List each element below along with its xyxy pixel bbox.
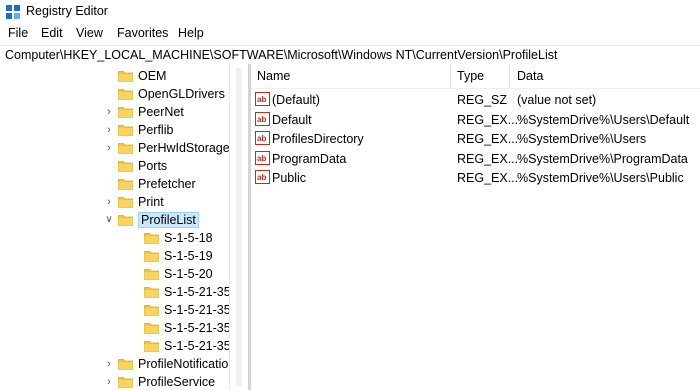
tree-item-label: S-1-5-21-356 — [164, 285, 238, 299]
window-title: Registry Editor — [26, 4, 108, 18]
value-row[interactable]: ab Public REG_EX... %SystemDrive%\Users\Pub… — [251, 168, 700, 187]
chevron-down-icon[interactable]: ∨ — [104, 214, 114, 226]
column-type[interactable]: Type — [457, 69, 484, 83]
value-row[interactable]: ab (Default) REG_SZ (value not set) — [251, 90, 700, 109]
folder-icon — [144, 250, 159, 262]
chevron-right-icon[interactable]: › — [104, 358, 114, 370]
chevron-right-icon[interactable]: › — [104, 376, 114, 388]
folder-icon — [144, 268, 159, 280]
menu-help[interactable]: Help — [176, 26, 206, 40]
string-value-icon: ab — [255, 111, 270, 126]
tree-item-label: Print — [138, 195, 164, 209]
string-value-icon: ab — [255, 170, 270, 184]
values-list[interactable]: Name Type Data ab (Default) REG_SZ (value n… — [251, 64, 700, 390]
folder-icon — [144, 340, 159, 352]
string-value-icon: ab — [255, 131, 270, 145]
value-type: REG_SZ — [457, 93, 508, 107]
svg-text:ab: ab — [257, 154, 266, 163]
menu-file[interactable]: File — [6, 26, 30, 40]
menu-favorites[interactable]: Favorites — [115, 26, 170, 40]
tree-item-label: S-1-5-21-356 — [164, 339, 238, 353]
value-data: %SystemDrive%\Users — [517, 132, 647, 146]
tree-item-label: S-1-5-21-356 — [164, 321, 238, 335]
folder-icon — [118, 214, 133, 226]
address-path[interactable]: Computer\HKEY_LOCAL_MACHINE\SOFTWARE\Mic… — [5, 48, 557, 62]
column-divider[interactable] — [509, 64, 510, 88]
registry-editor-icon — [6, 5, 20, 19]
chevron-right-icon[interactable]: › — [104, 124, 114, 136]
tree-item-label: ProfileNotificatio — [138, 357, 229, 371]
value-row[interactable]: ab ProgramData REG_EX... %SystemDrive%\Prog… — [251, 149, 700, 168]
key-tree[interactable]: OEM OpenGLDrivers › PeerNet › Perflib › PerHwId… — [0, 64, 248, 390]
value-data: %SystemDrive%\ProgramData — [517, 151, 688, 166]
folder-icon — [118, 178, 133, 190]
tree-item-label: Prefetcher — [138, 177, 196, 191]
title-bar: Registry Editor — [0, 0, 700, 24]
list-header: Name Type Data — [251, 64, 700, 89]
tree-item-label: Perflib — [138, 123, 174, 137]
chevron-right-icon[interactable]: › — [104, 196, 114, 208]
folder-icon — [144, 322, 159, 334]
value-name: ProgramData — [272, 151, 347, 166]
value-type: REG_EX... — [457, 171, 519, 185]
value-data: %SystemDrive%\Users\Default — [517, 112, 690, 127]
chevron-right-icon[interactable]: › — [104, 142, 114, 154]
tree-item-label: PerHwIdStorage — [138, 141, 230, 155]
string-value-icon: ab — [255, 92, 270, 106]
folder-icon — [118, 88, 133, 100]
folder-icon — [118, 196, 133, 208]
value-row[interactable]: ab ProfilesDirectory REG_EX... %SystemDrive… — [251, 129, 700, 148]
value-type: REG_EX... — [457, 151, 519, 166]
svg-text:ab: ab — [257, 115, 266, 124]
tree-item-label: ProfileService — [138, 375, 216, 389]
column-data[interactable]: Data — [517, 69, 543, 83]
tree-item-label: S-1-5-20 — [164, 267, 213, 281]
tree-item-label: OEM — [138, 69, 167, 83]
value-name: Public — [272, 171, 307, 185]
value-row[interactable]: ab Default REG_EX... %SystemDrive%\Users\De… — [251, 110, 700, 129]
string-value-icon: ab — [255, 150, 270, 165]
value-type: REG_EX... — [457, 112, 519, 127]
folder-icon — [118, 142, 133, 154]
tree-item-label: S-1-5-21-356 — [164, 303, 238, 317]
folder-icon — [118, 358, 133, 370]
folder-icon — [118, 376, 133, 388]
tree-item-label: Ports — [138, 159, 168, 173]
column-divider[interactable] — [450, 64, 451, 88]
tree-scrollbar-thumb[interactable] — [236, 68, 242, 386]
value-type: REG_EX... — [457, 132, 519, 146]
tree-item-label: S-1-5-19 — [164, 249, 213, 263]
folder-icon — [144, 232, 159, 244]
chevron-right-icon[interactable]: › — [104, 106, 114, 118]
folder-icon — [118, 70, 133, 82]
svg-text:ab: ab — [257, 134, 266, 143]
menu-bar: File Edit View Favorites Help — [0, 24, 700, 44]
folder-icon — [118, 160, 133, 172]
svg-text:ab: ab — [257, 173, 266, 182]
folder-icon — [118, 124, 133, 136]
folder-icon — [144, 304, 159, 316]
menu-edit[interactable]: Edit — [39, 26, 65, 40]
tree-item-label: PeerNet — [138, 105, 184, 119]
value-name: (Default) — [272, 93, 320, 107]
tree-scrollbar[interactable] — [229, 64, 248, 390]
folder-icon — [118, 106, 133, 118]
column-name[interactable]: Name — [257, 69, 290, 83]
tree-item-label: S-1-5-18 — [164, 231, 213, 245]
value-name: ProfilesDirectory — [272, 132, 364, 146]
menu-view[interactable]: View — [74, 26, 105, 40]
tree-item-label: OpenGLDrivers — [138, 87, 225, 101]
svg-text:ab: ab — [257, 95, 266, 104]
value-name: Default — [272, 112, 312, 127]
address-bar[interactable]: Computer\HKEY_LOCAL_MACHINE\SOFTWARE\Mic… — [0, 45, 700, 66]
folder-icon — [144, 286, 159, 298]
value-data: (value not set) — [517, 93, 597, 107]
value-data: %SystemDrive%\Users\Public — [517, 171, 684, 185]
tree-item-label: ProfileList — [138, 212, 199, 228]
